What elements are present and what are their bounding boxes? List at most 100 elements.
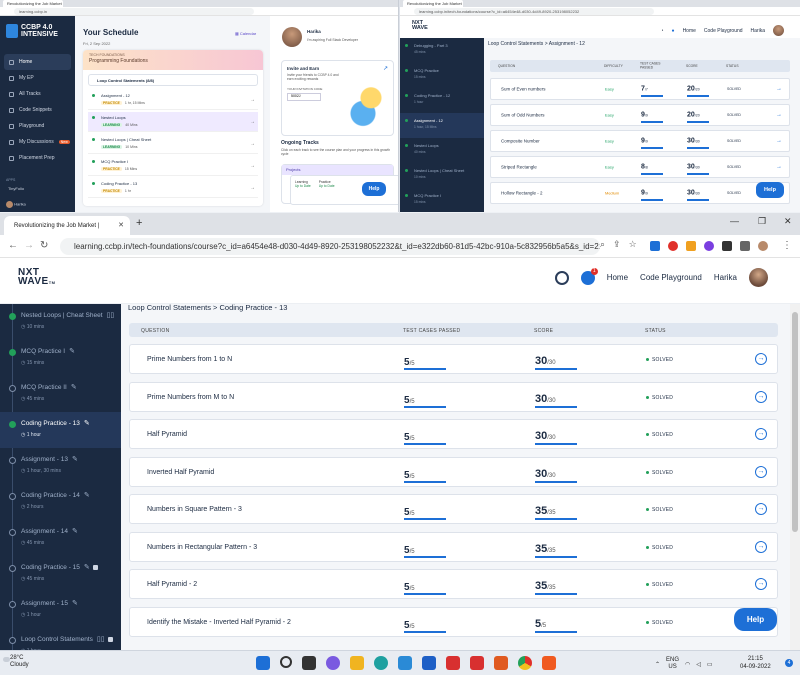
tray-chevron-icon[interactable]: ⌃ — [655, 661, 660, 668]
avatar[interactable] — [282, 27, 302, 47]
sidebar-item-5[interactable]: My Discussions New — [0, 134, 75, 150]
help-button[interactable]: Help — [734, 608, 777, 631]
open-question-icon[interactable]: → — [755, 503, 767, 515]
sidebar-item[interactable]: Loop Control Statements▯▯◷ 1 hour — [0, 628, 121, 650]
question-name[interactable]: Identify the Mistake - Inverted Half Pyr… — [147, 619, 291, 626]
nav-code-playground[interactable]: Code Playground — [640, 273, 702, 282]
schedule-item[interactable]: Nested Loops | Cheat Sheet LEARNING 10 Min… — [88, 134, 258, 154]
question-name[interactable]: Half Pyramid - 2 — [147, 581, 197, 588]
sidebar-item[interactable]: Coding Practice - 15 ✎ ◷ 45 mins — [0, 556, 121, 592]
volume-icon[interactable]: ◁ — [696, 661, 701, 668]
nav-home[interactable]: Home — [607, 273, 628, 282]
forward-icon[interactable]: → — [24, 240, 34, 251]
extension-icon[interactable] — [704, 241, 714, 251]
open-question-icon[interactable]: → — [776, 164, 782, 170]
schedule-item[interactable]: MCQ Practice I PRACTICE 15 Mins → — [88, 156, 258, 176]
arrow-right-icon[interactable]: → — [250, 141, 255, 147]
close-window-icon[interactable]: ✕ — [784, 216, 792, 227]
question-name[interactable]: Prime Numbers from M to N — [147, 394, 234, 401]
question-name[interactable]: Numbers in Rectangular Pattern - 3 — [147, 544, 257, 551]
weather-widget[interactable]: 28°C Cloudy — [10, 655, 29, 669]
menu-kebab-icon[interactable]: ⋮ — [782, 240, 792, 251]
question-name[interactable]: Striped Rectangle — [501, 165, 537, 170]
open-question-icon[interactable]: → — [755, 353, 767, 365]
sidebar-item-0[interactable]: Home — [4, 54, 71, 70]
extension-icon[interactable] — [668, 241, 678, 251]
table-row[interactable]: Half Pyramid - 2 5/5 35/35 SOLVED → — [129, 569, 778, 599]
office-icon[interactable] — [446, 656, 460, 670]
sidebar-item-1[interactable]: My EP — [0, 70, 75, 86]
question-name[interactable]: Prime Numbers from 1 to N — [147, 356, 232, 363]
reload-icon[interactable]: ↻ — [40, 240, 48, 251]
close-tab-icon[interactable]: ✕ — [118, 221, 124, 229]
avatar[interactable] — [749, 268, 768, 287]
address-bar[interactable]: learning.ccbp.in — [0, 7, 398, 16]
new-tab-icon[interactable]: + — [136, 217, 142, 229]
edge-icon[interactable] — [374, 656, 388, 670]
extension-icon[interactable] — [650, 241, 660, 251]
profile-avatar[interactable] — [758, 241, 768, 251]
invite-code[interactable]: 5002J — [287, 93, 321, 101]
table-row[interactable]: Prime Numbers from M to N 5/5 30/30 SOLVED → — [129, 381, 778, 412]
maximize-icon[interactable]: ❐ — [758, 216, 766, 227]
brave-icon[interactable] — [542, 656, 556, 670]
sidebar-item-2[interactable]: All Tracks — [0, 86, 75, 102]
tinyfolio-link[interactable]: TinyFolio — [8, 186, 24, 191]
table-row[interactable]: Hollow Rectangle - 2 Medium 9/9 30/30 SOLVED… — [490, 182, 790, 204]
table-row[interactable]: Sum of Even numbers Easy 7/7 20/20 SOLVED → — [490, 78, 790, 100]
schedule-item[interactable]: Assignment - 12 PRACTICE 1 hr, 15 Mins → — [88, 90, 258, 110]
minimize-icon[interactable]: — — [730, 216, 739, 226]
schedule-item[interactable]: Coding Practice - 13 PRACTICE 1 hr → — [88, 178, 258, 198]
browser-tab[interactable]: Revolutionizing the Job Market | — [3, 0, 63, 7]
schedule-item[interactable]: Nested Loops LEARNING 40 Mins → — [88, 112, 258, 132]
sidebar-item[interactable]: Coding Practice - 12 1 hour — [400, 88, 484, 113]
table-row[interactable]: Identify the Mistake - Inverted Half Pyr… — [129, 606, 778, 637]
extension-icon[interactable] — [686, 241, 696, 251]
browser-tab[interactable]: Revolutionizing the Job Market | — [403, 0, 463, 7]
notifications-icon[interactable]: ● — [672, 28, 675, 34]
table-row[interactable]: Numbers in Rectangular Pattern - 3 5/5 35/… — [129, 531, 778, 562]
open-question-icon[interactable]: → — [776, 138, 782, 144]
question-name[interactable]: Sum of Even numbers — [501, 87, 546, 92]
url-text[interactable]: learning.ccbp.in/tech-foundations/course… — [414, 7, 654, 15]
open-question-icon[interactable]: → — [755, 465, 767, 478]
wifi-icon[interactable]: ◠ — [685, 661, 690, 668]
sidebar-item[interactable]: Assignment - 12 1 hour, 15 Mins — [400, 113, 484, 138]
discussions-icon[interactable]: ◔ — [661, 28, 664, 34]
question-name[interactable]: Numbers in Square Pattern - 3 — [147, 506, 242, 513]
discussions-icon[interactable] — [554, 270, 569, 285]
chrome-icon[interactable] — [518, 656, 532, 670]
sidebar-item[interactable]: Assignment - 15 ✎ ◷ 1 hour — [0, 592, 121, 628]
table-row[interactable]: Sum of Odd Numbers Easy 9/9 20/20 SOLVED → — [490, 104, 790, 126]
search-icon[interactable] — [280, 656, 292, 668]
sidebar-item[interactable]: Assignment - 13 ✎ ◷ 1 hour, 30 mins — [0, 448, 121, 484]
notification-badge[interactable]: 4 — [785, 659, 793, 667]
sidebar-item[interactable]: MCQ Practice I 15 mins — [400, 188, 484, 212]
extension-icon[interactable] — [722, 241, 732, 251]
question-name[interactable]: Sum of Odd Numbers — [501, 113, 545, 118]
sidebar-item-6[interactable]: Placement Prep — [0, 150, 75, 166]
calendar-button[interactable]: ▦ Calendar — [235, 31, 256, 36]
open-question-icon[interactable]: → — [755, 540, 767, 553]
sidebar-user[interactable]: Harika — [6, 201, 26, 208]
table-row[interactable]: Composite Number Easy 9/9 30/30 SOLVED → — [490, 130, 790, 152]
share-icon[interactable]: ⇪ — [613, 239, 621, 250]
help-button[interactable]: Help — [756, 182, 784, 198]
sidebar-item[interactable]: Nested Loops 40 mins — [400, 138, 484, 163]
start-icon[interactable] — [256, 656, 270, 670]
nav-user-name[interactable]: Harika — [714, 273, 737, 282]
arrow-right-icon[interactable]: → — [250, 97, 255, 103]
logo[interactable]: NXT WAVE — [412, 20, 428, 31]
sidebar-item[interactable]: Nested Loops | Cheat Sheet 10 mins — [400, 163, 484, 188]
task-view-icon[interactable] — [302, 656, 316, 670]
address-bar[interactable]: learning.ccbp.in/tech-foundations/course… — [400, 7, 800, 16]
store-icon[interactable] — [422, 656, 436, 670]
question-name[interactable]: Half Pyramid — [147, 431, 187, 438]
sidebar-item[interactable]: Nested Loops | Cheat Sheet ▯▯ ◷ 10 mins — [0, 304, 121, 340]
table-row[interactable]: Half Pyramid 5/5 30/30 SOLVED → — [129, 419, 778, 449]
office-icon[interactable] — [470, 656, 484, 670]
office-icon[interactable] — [494, 656, 508, 670]
arrow-right-icon[interactable]: → — [250, 119, 255, 125]
back-icon[interactable]: ← — [8, 240, 18, 251]
arrow-right-icon[interactable]: → — [250, 185, 255, 191]
